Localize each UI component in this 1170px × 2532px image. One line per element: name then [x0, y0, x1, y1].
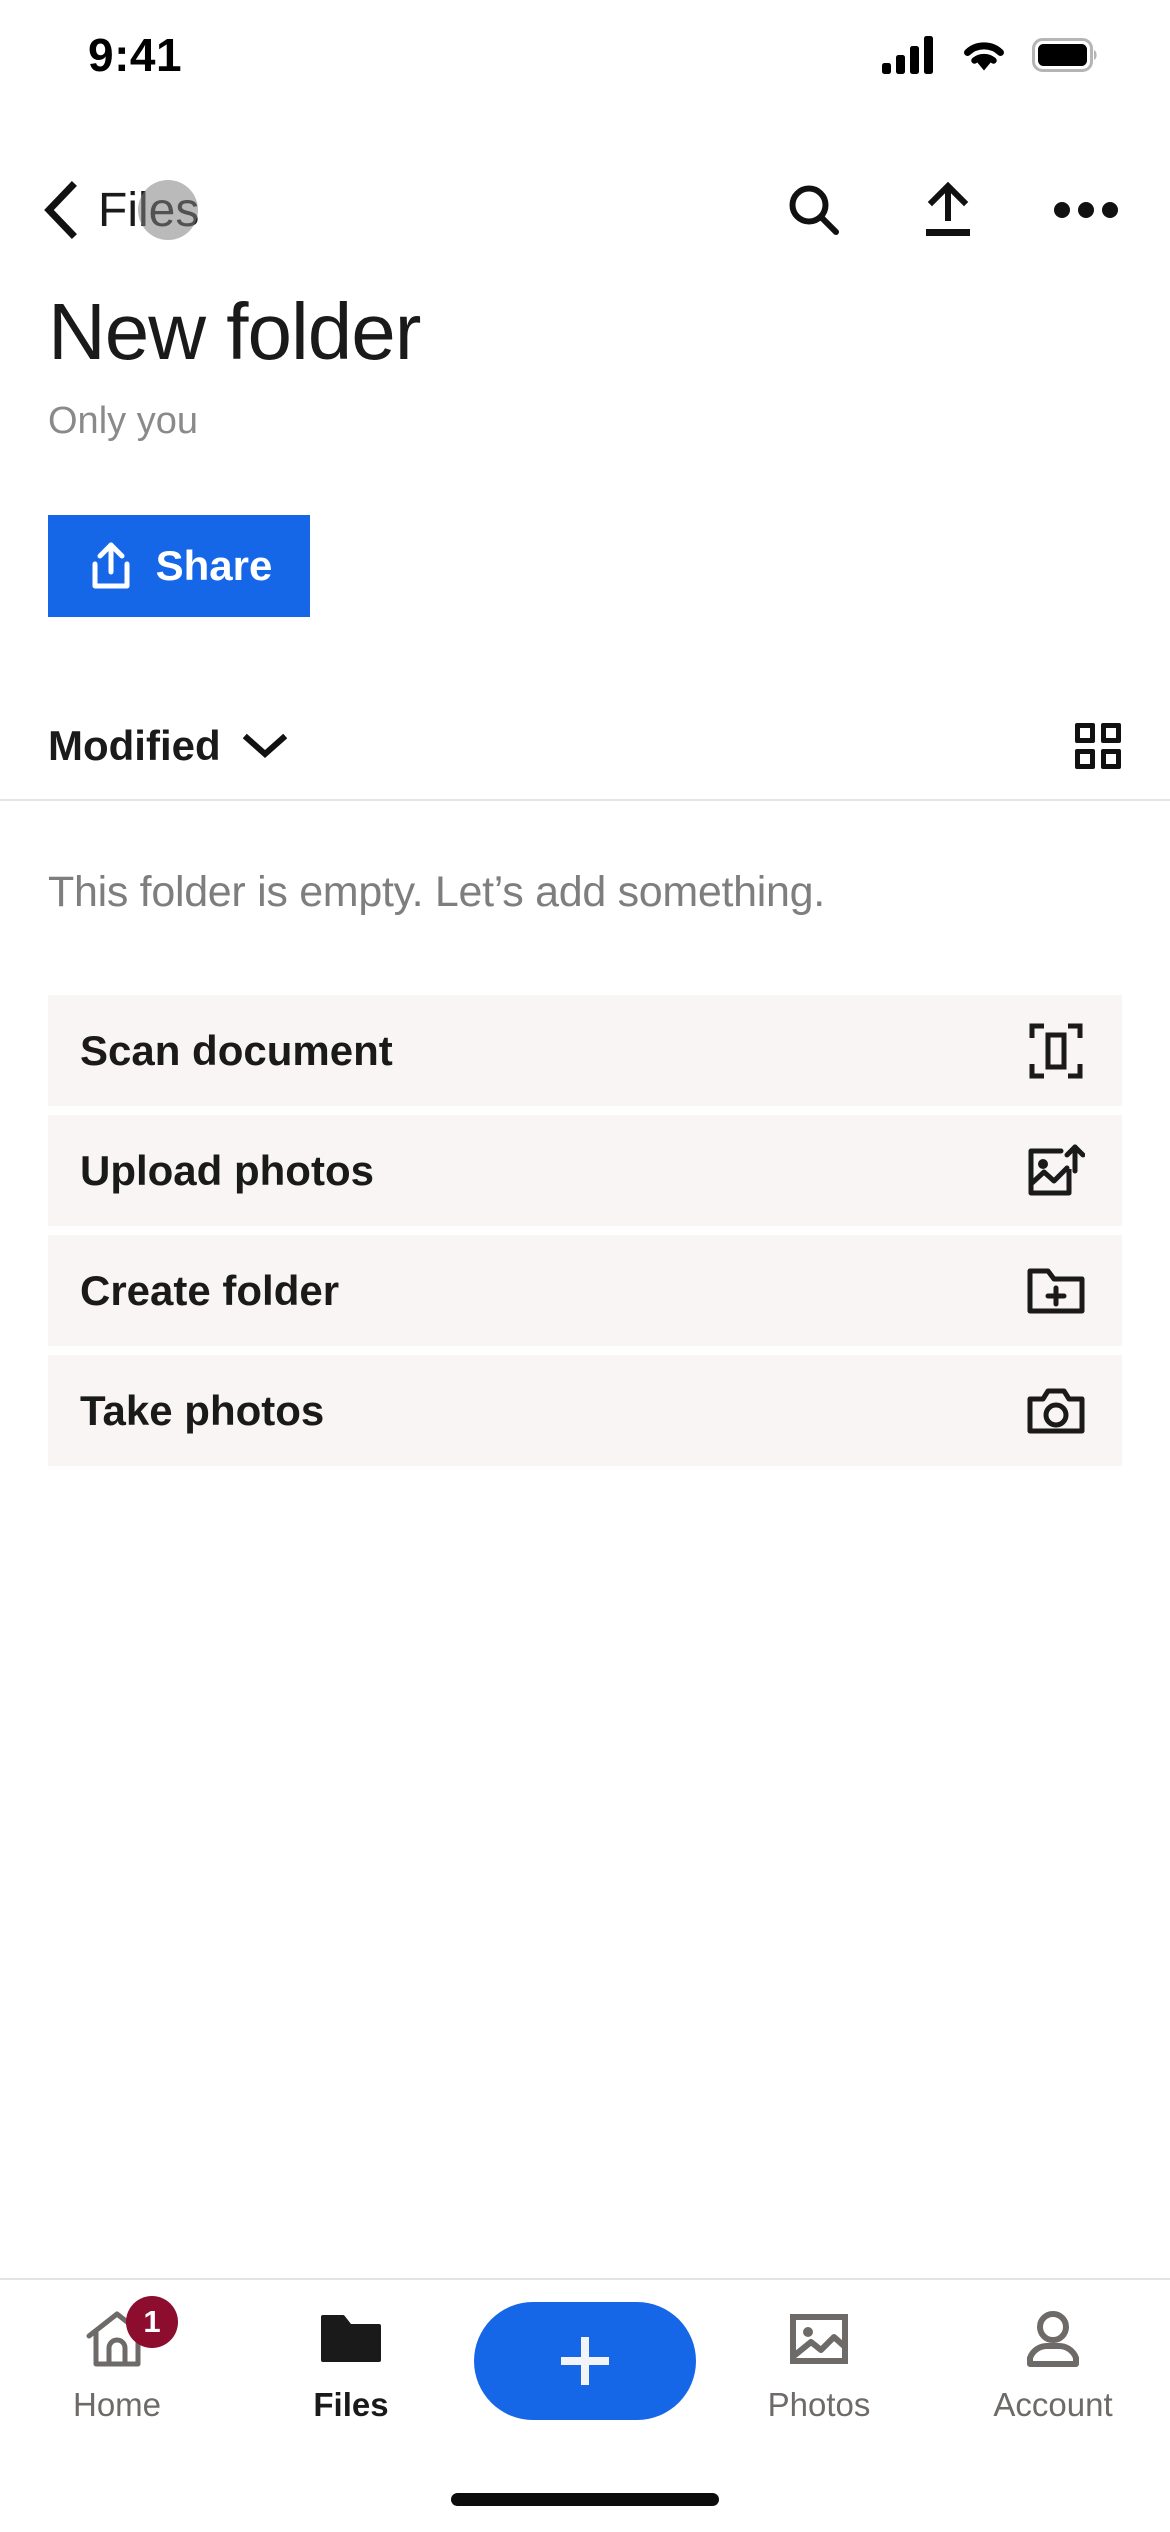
share-label: Share — [155, 542, 273, 589]
section-divider — [0, 799, 1170, 801]
action-scan-document[interactable]: Scan document — [48, 995, 1122, 1106]
sort-label: Modified — [48, 722, 221, 769]
more-options-icon[interactable] — [1054, 200, 1118, 220]
action-label: Create folder — [80, 1266, 340, 1314]
photos-icon — [789, 2308, 849, 2370]
status-indicators — [882, 36, 1098, 74]
action-upload-photos[interactable]: Upload photos — [48, 1115, 1122, 1226]
tab-label-account: Account — [993, 2386, 1113, 2423]
tab-files[interactable]: Files — [234, 2280, 468, 2440]
scan-document-icon — [1026, 1021, 1086, 1081]
status-bar: 9:41 — [0, 0, 1170, 110]
upload-icon[interactable] — [920, 181, 976, 239]
touch-indicator — [138, 180, 198, 240]
action-take-photos[interactable]: Take photos — [48, 1355, 1122, 1466]
share-icon — [92, 542, 130, 589]
folder-visibility: Only you — [48, 400, 198, 442]
plus-icon — [561, 2337, 609, 2385]
tab-label-home: Home — [72, 2386, 162, 2423]
folder-header: New folder Only you — [48, 290, 1122, 443]
search-icon[interactable] — [786, 182, 842, 238]
action-label: Scan document — [80, 1026, 393, 1074]
folder-icon — [321, 2308, 381, 2370]
battery-full-icon — [1032, 38, 1097, 72]
upload-photo-icon — [1026, 1141, 1086, 1201]
wifi-icon — [964, 42, 1004, 71]
action-label: Take photos — [80, 1386, 325, 1434]
bottom-tab-bar: 1 Home Files Photos Account — [0, 2278, 1170, 2532]
grid-view-icon[interactable] — [1074, 722, 1122, 770]
home-icon: 1 — [86, 2296, 178, 2370]
create-folder-icon — [1026, 1261, 1086, 1321]
share-button[interactable]: Share — [48, 515, 310, 617]
tab-add-slot — [468, 2280, 702, 2420]
back-button[interactable]: Files — [40, 180, 199, 240]
tab-photos[interactable]: Photos — [702, 2280, 936, 2440]
tab-label-files: Files — [313, 2386, 389, 2423]
sort-and-view-row: Modified — [0, 692, 1170, 800]
chevron-left-icon — [44, 181, 77, 239]
account-icon — [1024, 2308, 1082, 2370]
action-label: Upload photos — [80, 1146, 374, 1194]
nav-actions — [786, 181, 1118, 239]
empty-state-message: This folder is empty. Let’s add somethin… — [48, 868, 825, 916]
navigation-bar: Files — [0, 160, 1170, 260]
add-button[interactable] — [474, 2302, 696, 2420]
camera-icon — [1026, 1381, 1086, 1441]
tab-label-photos: Photos — [767, 2386, 871, 2423]
page-title: New folder — [48, 287, 421, 376]
cellular-signal-icon — [882, 36, 933, 74]
home-badge: 1 — [126, 2296, 178, 2348]
sort-selector[interactable]: Modified — [48, 722, 287, 770]
quick-actions-list: Scan document Upload photos Create folde… — [48, 995, 1122, 1475]
status-time: 9:41 — [88, 29, 183, 81]
tab-home[interactable]: 1 Home — [0, 2280, 234, 2440]
action-create-folder[interactable]: Create folder — [48, 1235, 1122, 1346]
home-indicator — [451, 2493, 719, 2506]
chevron-down-icon — [242, 733, 287, 759]
mobile-screen: 9:41 Files — [0, 0, 1170, 2532]
tab-account[interactable]: Account — [936, 2280, 1170, 2440]
